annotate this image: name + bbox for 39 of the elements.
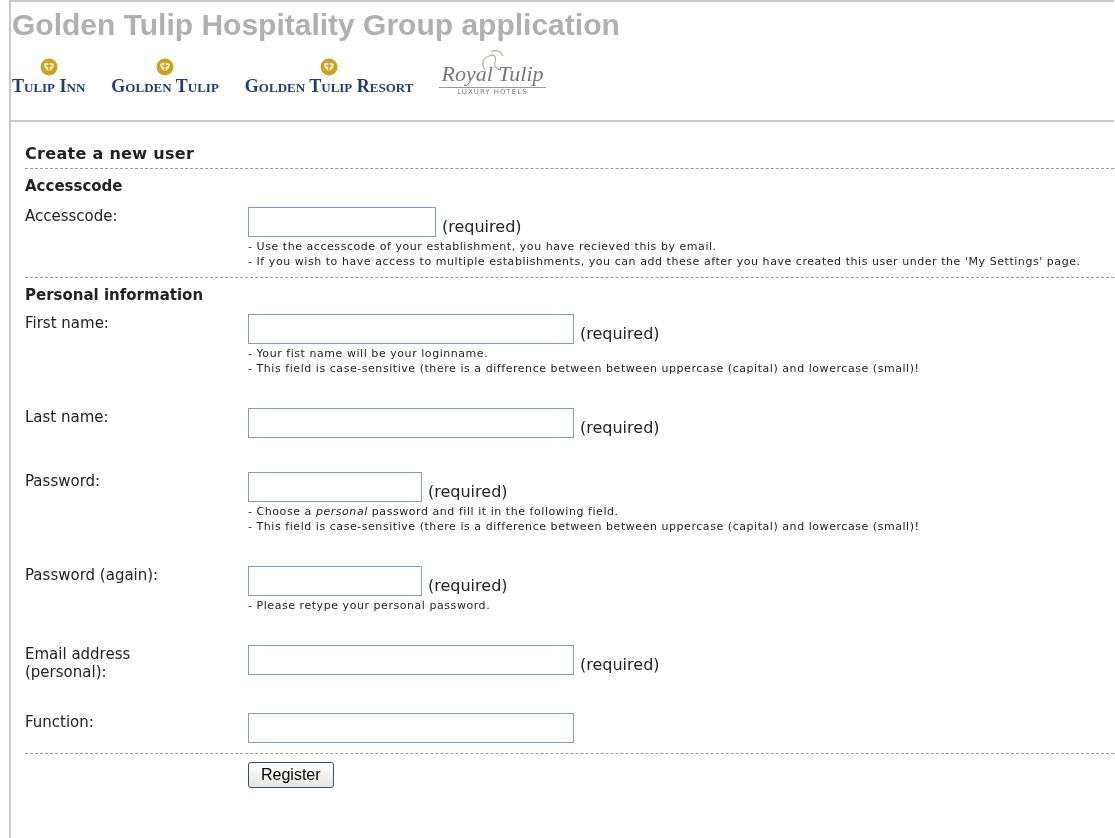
text-field[interactable]: [248, 566, 422, 596]
text-field[interactable]: [248, 207, 436, 237]
form-title: Create a new user: [25, 144, 1114, 169]
hint-text: - Your fist name will be your loginname.: [248, 346, 490, 361]
required-note: (required): [580, 655, 660, 675]
required-note: (required): [580, 418, 660, 438]
hint-text: - Choose a personal password and fill it in the following field.: [248, 504, 620, 519]
text-field[interactable]: [248, 713, 574, 743]
brand-logo: Golden Tulip: [111, 76, 219, 96]
hint-text: - This field is case-sensitive (there is a difference between between uppercase (capital) and lowercase (small)!: [248, 519, 920, 534]
hint-text: - This field is case-sensitive (there is a difference between between uppercase (capital) and lowercase (small)!: [248, 361, 920, 376]
section-heading: Personal information: [25, 286, 205, 304]
brand-logo: Tulip Inn: [12, 76, 86, 96]
required-note: (required): [580, 324, 660, 344]
tulip-icon: [319, 58, 340, 76]
field-label: Last name:: [25, 407, 110, 428]
text-field[interactable]: [248, 314, 574, 344]
field-label: Email address (personal):: [25, 644, 132, 681]
field-label: Function:: [25, 712, 95, 733]
text-field[interactable]: [248, 408, 574, 438]
field-label: Password:: [25, 471, 102, 492]
tulip-icon: [38, 58, 59, 76]
text-field[interactable]: [248, 645, 574, 675]
hint-text: - If you wish to have access to multiple establishments, you can add these after you have created this user under the 'My Settings' page.: [248, 254, 1081, 269]
field-label: Accesscode:: [25, 206, 119, 227]
required-note: (required): [428, 576, 508, 596]
field-label: First name:: [25, 313, 110, 334]
text-field[interactable]: [248, 472, 422, 502]
section-heading: Accesscode: [25, 177, 124, 195]
required-note: (required): [442, 217, 522, 237]
brand-logo: Golden Tulip Resort: [244, 76, 414, 96]
hint-text: - Use the accesscode of your establishment, you have recieved this by email.: [248, 239, 718, 254]
app-title: Golden Tulip Hospitality Group application: [12, 8, 621, 42]
tulip-icon: [155, 58, 176, 76]
required-note: (required): [428, 482, 508, 502]
field-label: Password (again):: [25, 565, 160, 586]
hint-text: - Please retype your personal password.: [248, 598, 492, 613]
register-button[interactable]: Register: [248, 762, 334, 788]
brand-logo: Royal Tulip: [439, 62, 546, 88]
